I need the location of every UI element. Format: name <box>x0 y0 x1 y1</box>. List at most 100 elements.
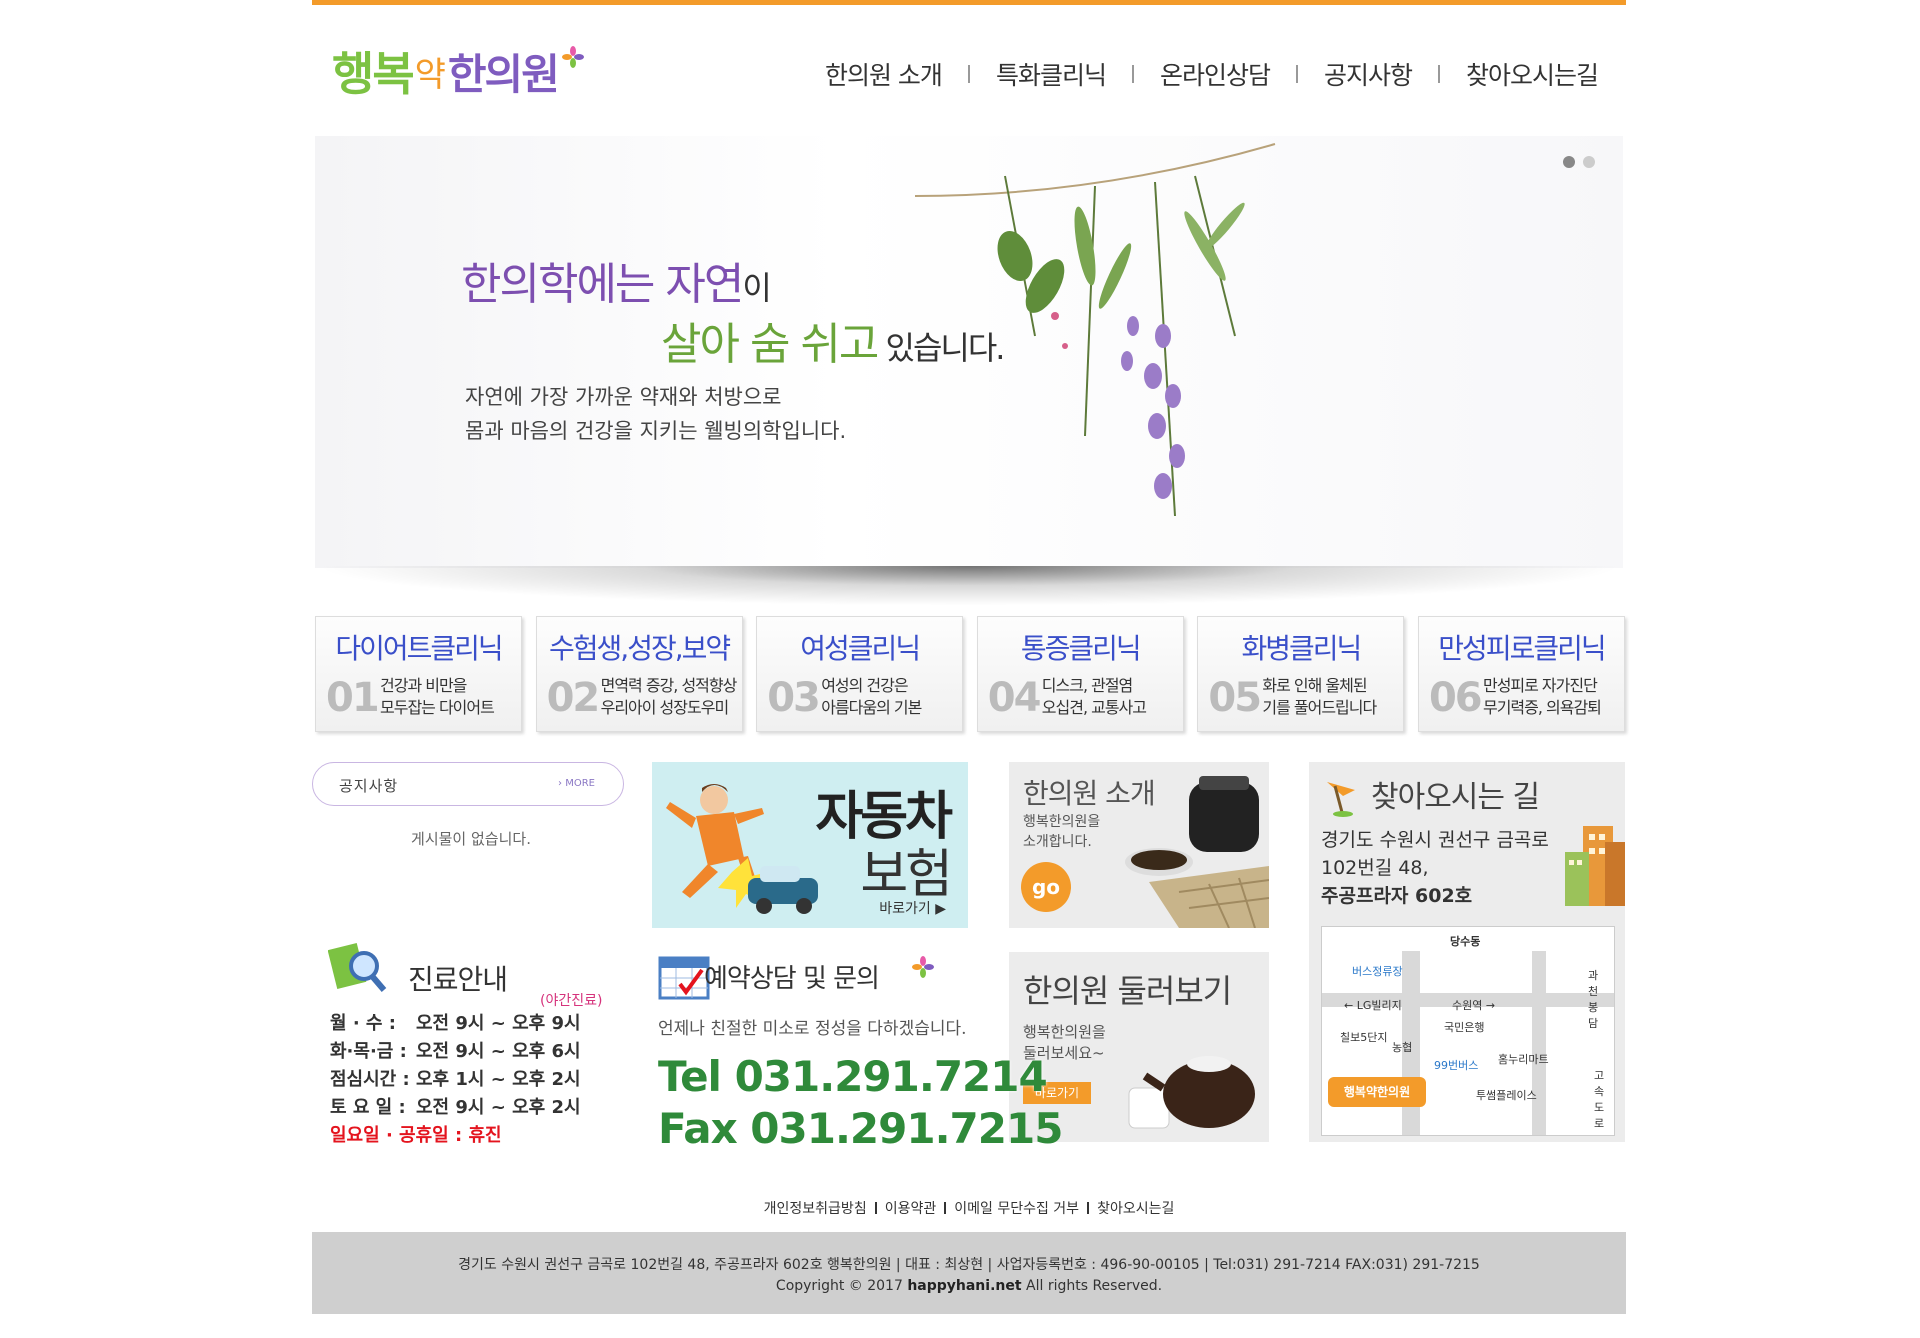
clinic-card-diet[interactable]: 다이어트클리닉 01 건강과 비만을 모두잡는 다이어트 <box>315 616 522 732</box>
clinic-number: 05 <box>1208 675 1262 721</box>
hero-description: 자연에 가장 가까운 약재와 처방으로 몸과 마음의 건강을 지키는 웰빙의학입… <box>465 385 847 443</box>
nav-item-location[interactable]: 찾아오시는길 <box>1466 56 1599 92</box>
map-label-dangsu: 당수동 <box>1450 935 1481 948</box>
nav-item-notice[interactable]: 공지사항 <box>1324 56 1413 92</box>
main-nav: 한의원 소개 특화클리닉 온라인상담 공지사항 찾아오시는길 <box>825 56 1599 92</box>
footer-divider <box>944 1202 947 1214</box>
clinic-title: 통증클리닉 <box>1020 632 1142 665</box>
clinic-card-student[interactable]: 수험생,성장,보약 02 면역력 증강, 성적향상 우리아이 성장도우미 <box>535 616 743 732</box>
footer-link-terms[interactable]: 이용약관 <box>885 1198 937 1218</box>
map-pin-icon <box>1327 782 1355 817</box>
location-map[interactable]: 당수동 버스정류장 ← LG빌리지 수원역 → 과천 봉담 국민은행 칠보5단지… <box>1321 926 1615 1136</box>
hours-title: 진료안내 <box>408 963 508 996</box>
clinic-desc: 면역력 증강, 성적향상 우리아이 성장도우미 <box>600 676 738 717</box>
footer-divider <box>1087 1202 1090 1214</box>
hours-row: 토 요 일 : 오전 9시 ~ 오후 2시 <box>330 1097 581 1118</box>
nav-item-intro[interactable]: 한의원 소개 <box>825 56 943 92</box>
car-accident-illustration <box>666 784 818 914</box>
clinic-card-women[interactable]: 여성클리닉 03 여성의 건강은 아름다움의 기본 <box>756 616 964 732</box>
hero-banner: 한의학에는 자연이 살아 숨 쉬고 있습니다. 자연에 가장 가까운 약재와 처… <box>315 136 1623 568</box>
map-label-gwacheon: 과천 봉담 <box>1588 969 1599 1030</box>
hours-row: 점심시간 : 오후 1시 ~ 오후 2시 <box>330 1069 581 1090</box>
car-banner-go-link[interactable]: 바로가기 ▶ <box>879 898 946 918</box>
night-clinic-label: (야간진료) <box>540 993 603 1009</box>
clinic-desc: 여성의 건강은 아름다움의 기본 <box>821 676 922 717</box>
map-label-suwon: 수원역 → <box>1452 999 1496 1012</box>
clinic-desc: 만성피로 자가진단 무기력증, 의욕감퇴 <box>1482 676 1602 717</box>
hours-holiday: 일요일 · 공휴일 : 휴진 <box>330 1125 502 1146</box>
nav-divider <box>1295 65 1298 83</box>
clinic-title: 만성피로클리닉 <box>1438 632 1606 665</box>
clinic-number: 06 <box>1428 675 1483 721</box>
map-label-lg: ← LG빌리지 <box>1344 999 1402 1012</box>
clinic-number: 01 <box>326 675 380 721</box>
logo-text-yak: 약 <box>414 54 446 95</box>
clinic-title: 다이어트클리닉 <box>335 632 503 665</box>
herbal-medicine-image <box>1125 776 1269 928</box>
hours-row: 월 · 수 : 오전 9시 ~ 오후 9시 <box>330 1013 581 1034</box>
footer-link-privacy[interactable]: 개인정보취급방침 <box>764 1198 867 1218</box>
tour-banner-title: 한의원 둘러보기 <box>1023 972 1232 1010</box>
slide-dot-1[interactable] <box>1563 156 1575 168</box>
map-clinic-marker: 행복약한의원 <box>1328 1077 1426 1107</box>
map-label-kb: 국민은행 <box>1444 1021 1485 1034</box>
notice-title: 공지사항 <box>339 777 399 795</box>
location-address: 경기도 수원시 권선구 금곡로 102번길 48, 주공프라자 602호 <box>1321 829 1549 907</box>
map-label-highway: 고속도로 <box>1594 1069 1605 1130</box>
logo-text-clinic: 한의원 <box>447 49 560 99</box>
footer-links: 개인정보취급방침 이용약관 이메일 무단수집 거부 찾아오시는길 <box>312 1198 1626 1218</box>
clinic-number: 04 <box>987 675 1042 721</box>
flower-icon <box>561 46 584 68</box>
clinic-card-hwabyung[interactable]: 화병클리닉 05 화로 인해 울체된 기를 풀어드립니다 <box>1197 616 1405 732</box>
notice-header: 공지사항 › MORE <box>312 762 624 806</box>
map-label-homeplus: 홈누리마트 <box>1498 1053 1549 1066</box>
hours-table: 월 · 수 : 오전 9시 ~ 오후 9시 화·목·금 : 오전 9시 ~ 오후 6… <box>330 1010 581 1150</box>
logo-text-happy: 행복 <box>332 47 415 101</box>
nav-divider <box>1131 65 1134 83</box>
intro-banner-desc: 행복한의원을 소개합니다. <box>1023 814 1101 850</box>
buildings-illustration <box>1565 826 1625 906</box>
clinic-title: 화병클리닉 <box>1241 632 1362 665</box>
footer-link-location[interactable]: 찾아오시는길 <box>1097 1198 1174 1218</box>
reservation-title: 예약상담 및 문의 <box>704 964 880 994</box>
top-accent-line <box>312 0 1626 5</box>
clinic-card-pain[interactable]: 통증클리닉 04 디스크, 관절염 오십견, 교통사고 <box>976 616 1184 732</box>
flower-icon <box>912 956 934 978</box>
fax-number: Fax 031.291.7215 <box>658 1104 1063 1153</box>
car-banner-subtitle: 보험 <box>860 845 953 905</box>
footer-link-email-policy[interactable]: 이메일 무단수집 거부 <box>954 1198 1079 1218</box>
clinic-intro-banner[interactable]: 한의원 소개 행복한의원을 소개합니다. go <box>1009 762 1269 928</box>
location-title: 찾아오시는 길 <box>1371 780 1540 815</box>
hero-headline-1: 한의학에는 자연이 <box>461 259 772 310</box>
map-road <box>1532 951 1546 1135</box>
location-banner[interactable]: 찾아오시는 길 경기도 수원시 권선구 금곡로 102번길 48, 주공프라자 … <box>1309 762 1625 1142</box>
map-label-chilbo: 칠보5단지 <box>1340 1031 1388 1044</box>
footer-info: 경기도 수원시 권선구 금곡로 102번길 48, 주공프라자 602호 행복한… <box>312 1232 1626 1314</box>
clinic-card-fatigue[interactable]: 만성피로클리닉 06 만성피로 자가진단 무기력증, 의욕감퇴 <box>1417 616 1625 732</box>
notice-empty-message: 게시물이 없습니다. <box>411 830 531 848</box>
intro-go-button[interactable]: go <box>1021 862 1071 912</box>
map-label-nh: 농협 <box>1392 1041 1413 1054</box>
clinic-desc: 건강과 비만을 모두잡는 다이어트 <box>380 676 495 717</box>
clinic-number: 03 <box>767 675 821 721</box>
map-label-bus-stop: 버스정류장 <box>1352 965 1403 978</box>
footer-copyright: Copyright © 2017 happyhani.net All right… <box>775 1278 1163 1294</box>
hours-row: 화·목·금 : 오전 9시 ~ 오후 6시 <box>330 1041 581 1062</box>
map-label-bus99: 99번버스 <box>1434 1059 1479 1072</box>
clinic-list: 다이어트클리닉 01 건강과 비만을 모두잡는 다이어트 수험생,성장,보약 02… <box>315 616 1625 734</box>
calendar-icon <box>658 956 710 1000</box>
notice-more-link[interactable]: › MORE <box>558 778 595 789</box>
reservation-subtitle: 언제나 친절한 미소로 정성을 다하겠습니다. <box>658 1019 967 1039</box>
clinic-title: 여성클리닉 <box>800 632 921 665</box>
car-insurance-banner[interactable]: 자동차 보험 바로가기 ▶ <box>652 762 968 928</box>
nav-item-clinic[interactable]: 특화클리닉 <box>996 56 1107 92</box>
clinic-desc: 디스크, 관절염 오십견, 교통사고 <box>1041 676 1147 717</box>
nav-divider <box>1437 65 1440 83</box>
tel-number[interactable]: Tel 031.291.7214 <box>658 1052 1048 1101</box>
page: 행복 약 한의원 한의원 소개 특화클리닉 온라인상담 공지사항 찾아오시는길 <box>312 0 1626 1338</box>
magnifier-book-icon <box>328 942 387 992</box>
site-logo[interactable]: 행복 약 한의원 <box>332 26 584 116</box>
nav-item-consult[interactable]: 온라인상담 <box>1160 56 1271 92</box>
map-label-twosome: 투썸플레이스 <box>1476 1089 1537 1102</box>
slide-dot-2[interactable] <box>1583 156 1595 168</box>
